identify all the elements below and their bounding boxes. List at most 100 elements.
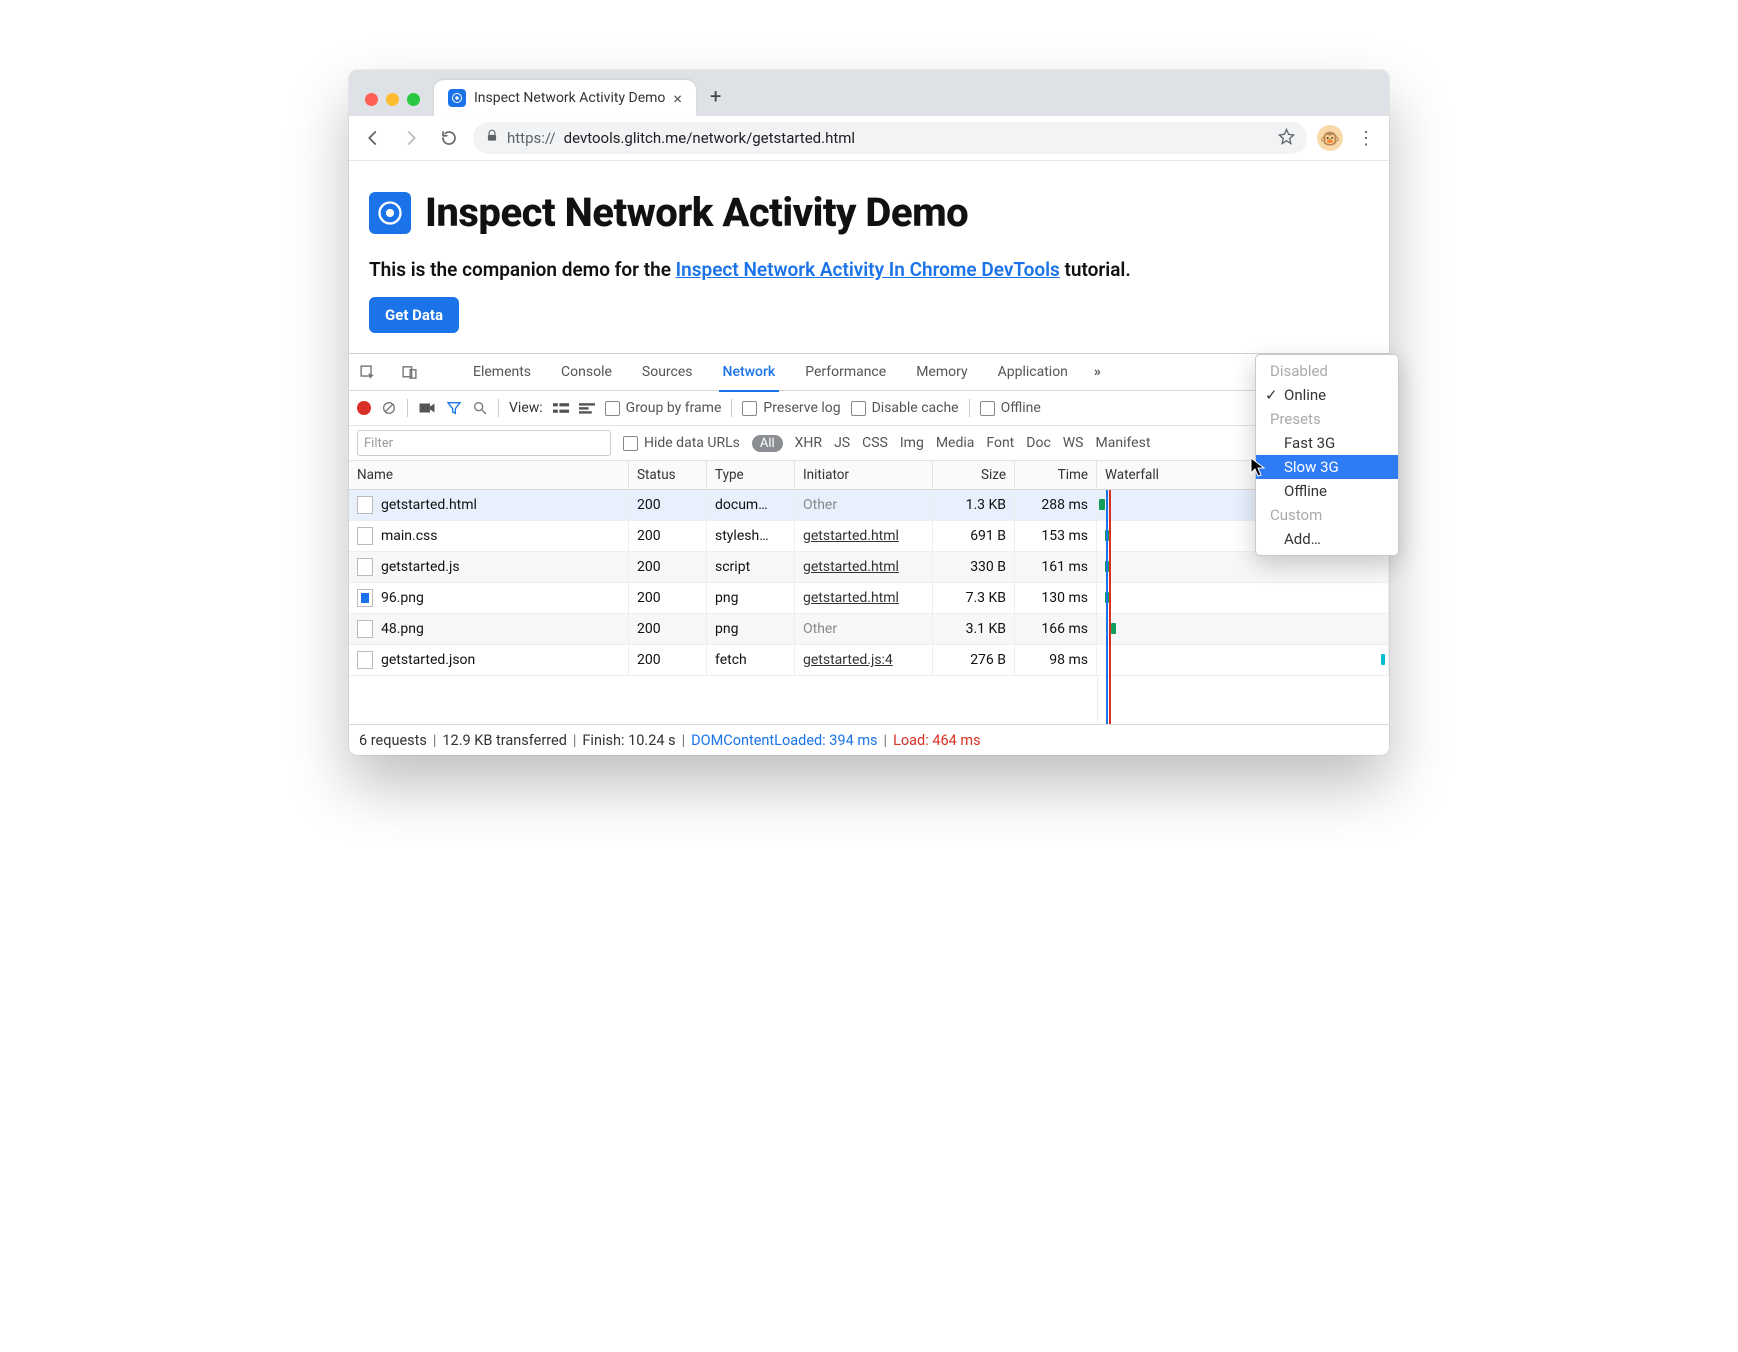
filter-type-ws[interactable]: WS <box>1063 435 1084 451</box>
initiator-link[interactable]: getstarted.html <box>803 590 899 606</box>
filter-input[interactable]: Filter <box>357 430 611 456</box>
back-button[interactable] <box>359 124 387 152</box>
device-toolbar-icon[interactable] <box>399 364 419 381</box>
file-icon <box>357 558 373 576</box>
file-icon <box>357 496 373 514</box>
filter-type-manifest[interactable]: Manifest <box>1096 435 1151 451</box>
tab-network[interactable]: Network <box>719 354 780 392</box>
filter-type-xhr[interactable]: XHR <box>795 435 822 451</box>
tutorial-link[interactable]: Inspect Network Activity In Chrome DevTo… <box>676 258 1060 281</box>
col-name[interactable]: Name <box>349 461 629 489</box>
disable-cache-checkbox[interactable]: Disable cache <box>851 400 959 416</box>
initiator-link[interactable]: getstarted.js:4 <box>803 652 893 668</box>
filter-type-font[interactable]: Font <box>986 435 1014 451</box>
clear-button[interactable] <box>381 400 397 416</box>
request-time: 288 ms <box>1015 490 1097 520</box>
initiator-text: Other <box>803 497 837 513</box>
request-name: 96.png <box>381 590 424 606</box>
hide-data-urls-checkbox[interactable]: Hide data URLs <box>623 435 740 451</box>
tab-close-icon[interactable]: × <box>673 89 682 108</box>
tab-sources[interactable]: Sources <box>638 354 697 390</box>
filter-type-img[interactable]: Img <box>900 435 924 451</box>
filter-type-all[interactable]: All <box>752 435 783 452</box>
request-status: 200 <box>629 645 707 675</box>
page-logo-icon <box>369 192 411 234</box>
tab-performance[interactable]: Performance <box>801 354 890 390</box>
request-time: 161 ms <box>1015 552 1097 582</box>
record-button[interactable] <box>357 401 371 415</box>
maximize-window-button[interactable] <box>407 93 420 106</box>
request-size: 330 B <box>933 552 1015 582</box>
waterfall-cell <box>1097 645 1389 675</box>
throttle-option-slow-3g[interactable]: Slow 3G <box>1256 455 1398 479</box>
browser-tab[interactable]: Inspect Network Activity Demo × <box>434 80 696 116</box>
devtools-panel: Elements Console Sources Network Perform… <box>349 353 1389 755</box>
table-row[interactable]: main.css200stylesh…getstarted.html691 B1… <box>349 521 1389 552</box>
network-status-bar: 6 requests| 12.9 KB transferred| Finish:… <box>349 724 1389 755</box>
tabs-overflow-icon[interactable]: » <box>1094 364 1101 380</box>
request-name: main.css <box>381 528 438 544</box>
network-filter-bar: Filter Hide data URLs All XHR JS CSS Img… <box>349 426 1389 461</box>
request-size: 276 B <box>933 645 1015 675</box>
file-icon <box>357 620 373 638</box>
get-data-button[interactable]: Get Data <box>369 297 459 333</box>
request-size: 1.3 KB <box>933 490 1015 520</box>
tab-strip: Inspect Network Activity Demo × + <box>349 70 1389 116</box>
offline-checkbox[interactable]: Offline <box>980 400 1041 416</box>
throttle-option-fast-3g[interactable]: Fast 3G <box>1256 431 1398 455</box>
request-type: docum… <box>707 490 795 520</box>
reload-button[interactable] <box>435 124 463 152</box>
chrome-menu-button[interactable]: ⋮ <box>1353 128 1379 149</box>
large-rows-icon[interactable] <box>553 401 569 415</box>
search-icon[interactable] <box>472 400 488 416</box>
close-window-button[interactable] <box>365 93 378 106</box>
request-name: getstarted.html <box>381 497 477 513</box>
table-row[interactable]: getstarted.json200fetchgetstarted.js:427… <box>349 645 1389 676</box>
filter-type-css[interactable]: CSS <box>862 435 888 451</box>
table-row[interactable]: 48.png200pngOther3.1 KB166 ms <box>349 614 1389 645</box>
tab-console[interactable]: Console <box>557 354 616 390</box>
address-bar[interactable]: https://devtools.glitch.me/network/getst… <box>473 122 1307 154</box>
inspect-element-icon[interactable] <box>357 364 377 381</box>
throttle-header-disabled: Disabled <box>1256 359 1398 383</box>
request-size: 691 B <box>933 521 1015 551</box>
tab-elements[interactable]: Elements <box>469 354 535 390</box>
col-size[interactable]: Size <box>933 461 1015 489</box>
filter-type-media[interactable]: Media <box>936 435 975 451</box>
throttle-option-add[interactable]: Add… <box>1256 527 1398 551</box>
camera-icon[interactable] <box>418 401 436 415</box>
col-initiator[interactable]: Initiator <box>795 461 933 489</box>
favicon-icon <box>448 89 466 107</box>
filter-toggle-icon[interactable] <box>446 400 462 416</box>
throttling-dropdown: Disabled Online Presets Fast 3G Slow 3G … <box>1255 354 1399 556</box>
throttle-option-online[interactable]: Online <box>1256 383 1398 407</box>
page-content: Inspect Network Activity Demo This is th… <box>349 161 1389 353</box>
initiator-link[interactable]: getstarted.html <box>803 528 899 544</box>
waterfall-cell <box>1097 552 1389 582</box>
col-type[interactable]: Type <box>707 461 795 489</box>
tab-application[interactable]: Application <box>994 354 1072 390</box>
filter-type-doc[interactable]: Doc <box>1026 435 1051 451</box>
throttle-option-offline[interactable]: Offline <box>1256 479 1398 503</box>
waterfall-marker <box>1109 490 1111 724</box>
col-status[interactable]: Status <box>629 461 707 489</box>
forward-button[interactable] <box>397 124 425 152</box>
filter-type-js[interactable]: JS <box>834 435 850 451</box>
initiator-link[interactable]: getstarted.html <box>803 559 899 575</box>
table-row[interactable]: getstarted.js200scriptgetstarted.html330… <box>349 552 1389 583</box>
new-tab-button[interactable]: + <box>710 84 721 108</box>
request-time: 153 ms <box>1015 521 1097 551</box>
tab-memory[interactable]: Memory <box>912 354 971 390</box>
preserve-log-checkbox[interactable]: Preserve log <box>742 400 840 416</box>
table-row[interactable]: getstarted.html200docum…Other1.3 KB288 m… <box>349 490 1389 521</box>
network-table-header: Name Status Type Initiator Size Time Wat… <box>349 461 1389 490</box>
bookmark-star-icon[interactable] <box>1278 128 1295 149</box>
overview-icon[interactable] <box>579 401 595 415</box>
group-by-frame-checkbox[interactable]: Group by frame <box>605 400 722 416</box>
waterfall-cell <box>1097 583 1389 613</box>
table-row[interactable]: 96.png200pnggetstarted.html7.3 KB130 ms <box>349 583 1389 614</box>
col-time[interactable]: Time <box>1015 461 1097 489</box>
minimize-window-button[interactable] <box>386 93 399 106</box>
profile-avatar[interactable]: 🐵 <box>1317 125 1343 151</box>
address-toolbar: https://devtools.glitch.me/network/getst… <box>349 116 1389 161</box>
